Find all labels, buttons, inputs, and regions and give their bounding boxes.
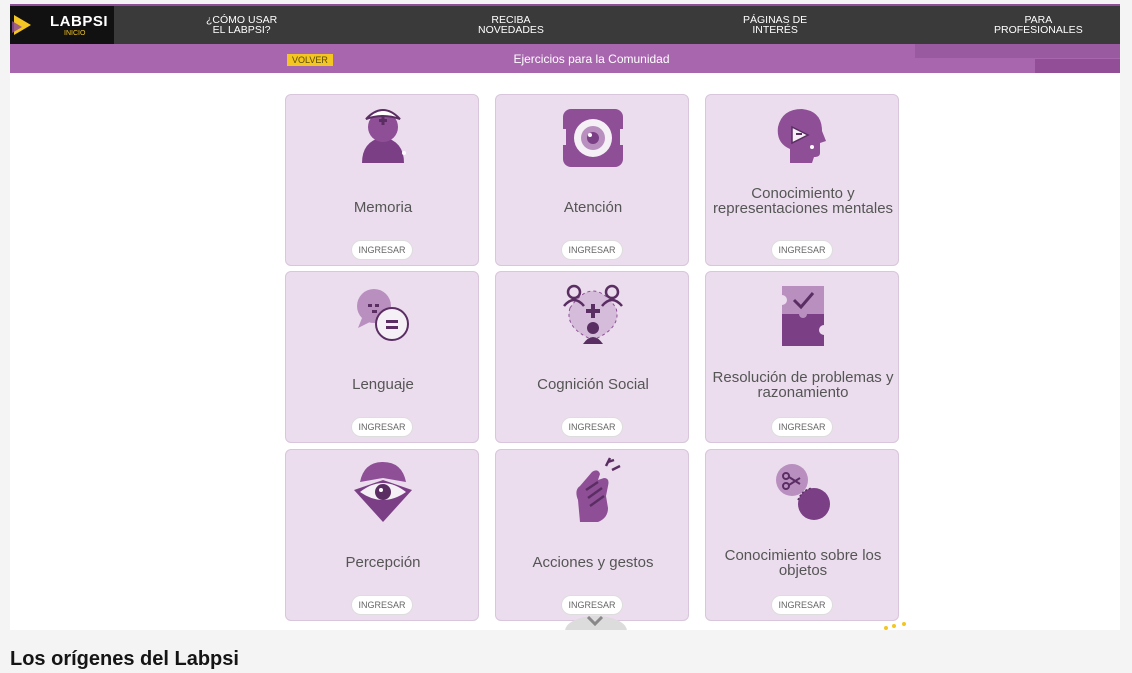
eye-focus-icon	[560, 109, 626, 167]
ingresar-button[interactable]: INGRESAR	[351, 240, 413, 260]
ingresar-button[interactable]: INGRESAR	[351, 417, 413, 437]
play-logo-accent-icon	[12, 21, 22, 33]
ingresar-button[interactable]: INGRESAR	[771, 240, 833, 260]
logo[interactable]: LABPSI INICIO	[10, 6, 114, 44]
card-title: Percepción	[345, 554, 421, 571]
card-title: Acciones y gestos	[532, 554, 654, 571]
card-resolucion-problemas[interactable]: Resolución de problemas y razonamiento I…	[705, 271, 899, 443]
card-title: Cognición Social	[537, 376, 649, 393]
top-navbar: LABPSI INICIO ¿CÓMO USAR EL LABPSI? RECI…	[10, 6, 1120, 44]
eye-diamond-icon	[354, 462, 412, 522]
card-percepcion[interactable]: Percepción INGRESAR	[285, 449, 479, 621]
ingresar-button[interactable]: INGRESAR	[771, 595, 833, 615]
nav-reciba-novedades[interactable]: RECIBA NOVEDADES	[478, 15, 544, 36]
card-title: Lenguaje	[352, 376, 414, 393]
card-acciones-gestos[interactable]: Acciones y gestos INGRESAR	[495, 449, 689, 621]
logo-home-link[interactable]: INICIO	[64, 30, 85, 37]
ingresar-button[interactable]: INGRESAR	[561, 240, 623, 260]
decorative-dots-icon	[884, 622, 906, 630]
speech-bubbles-icon	[357, 289, 409, 341]
card-title: Conocimiento sobre los objetos	[724, 547, 882, 579]
nav-paginas-interes[interactable]: PÁGINAS DE INTERÉS	[743, 15, 807, 36]
nav-como-usar[interactable]: ¿CÓMO USAR EL LABPSI?	[206, 15, 277, 36]
card-cognicion-social[interactable]: Cognición Social INGRESAR	[495, 271, 689, 443]
page-heading: Los orígenes del Labpsi	[10, 648, 239, 670]
brain-memory-icon	[362, 109, 406, 163]
scissors-objects-icon	[776, 464, 830, 520]
card-conocimiento-objetos[interactable]: Conocimiento sobre los objetos INGRESAR	[705, 449, 899, 621]
logo-name: LABPSI	[50, 13, 109, 30]
embedded-screenshot: LABPSI INICIO ¿CÓMO USAR EL LABPSI? RECI…	[10, 4, 1120, 630]
section-bar: VOLVER Ejercicios para la Comunidad	[10, 44, 1120, 73]
card-memoria[interactable]: Memoria INGRESAR	[285, 94, 479, 266]
puzzle-icon	[777, 286, 829, 346]
card-lenguaje[interactable]: Lenguaje INGRESAR	[285, 271, 479, 443]
card-title: Atención	[563, 199, 623, 216]
people-network-icon	[563, 284, 623, 344]
card-atencion[interactable]: Atención INGRESAR	[495, 94, 689, 266]
nav-profesionales[interactable]: PARA PROFESIONALES	[994, 15, 1083, 36]
section-title: Ejercicios para la Comunidad	[513, 52, 670, 66]
card-conocimiento[interactable]: Conocimiento y representaciones mentales…	[705, 94, 899, 266]
ingresar-button[interactable]: INGRESAR	[561, 417, 623, 437]
chevron-down-icon	[586, 616, 604, 626]
ingresar-button[interactable]: INGRESAR	[771, 417, 833, 437]
head-knowledge-icon	[777, 109, 826, 163]
ingresar-button[interactable]: INGRESAR	[561, 595, 623, 615]
ingresar-button[interactable]: INGRESAR	[351, 595, 413, 615]
card-title: Resolución de problemas y razonamiento	[712, 369, 894, 401]
card-title: Memoria	[353, 199, 413, 216]
card-title: Conocimiento y representaciones mentales	[712, 185, 894, 217]
hand-gesture-icon	[576, 457, 621, 522]
